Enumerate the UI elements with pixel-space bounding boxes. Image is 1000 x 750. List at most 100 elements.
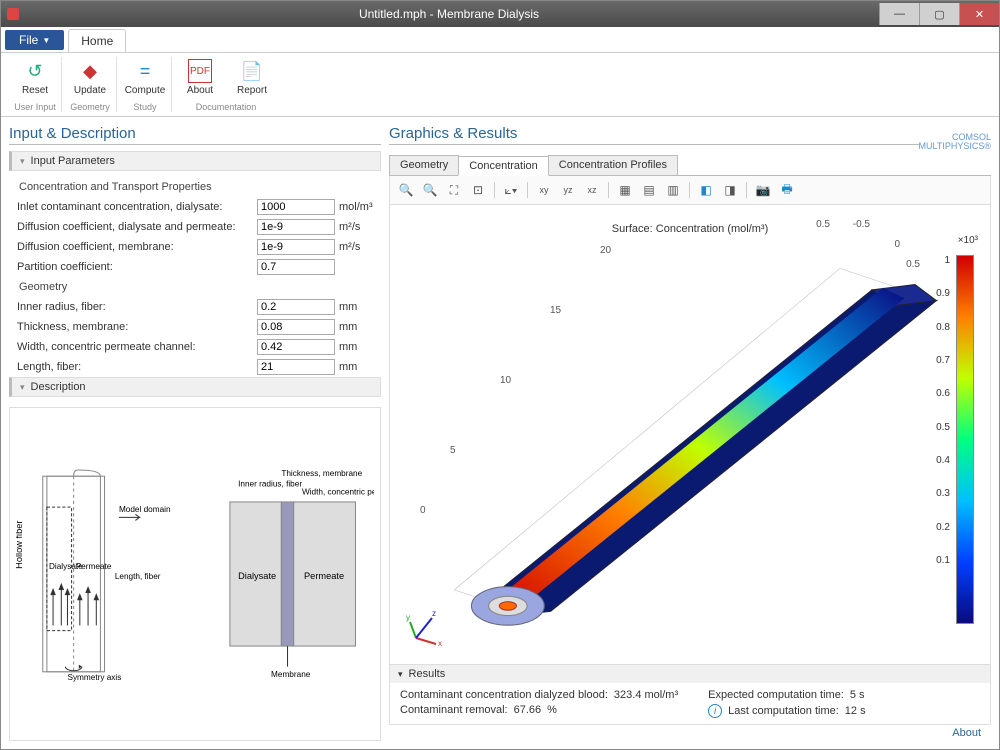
plot-canvas[interactable]: Surface: Concentration (mol/m³) ×10³ 0.5… xyxy=(389,205,991,665)
colorbar-tick: 0.2 xyxy=(936,522,950,533)
lbl-rem: Contaminant removal: xyxy=(400,704,508,716)
description-diagram: Hollow fiber Dialysate Permeate xyxy=(9,407,381,741)
zoom-extents-icon[interactable]: ⊡ xyxy=(468,180,488,200)
tab-geometry[interactable]: Geometry xyxy=(389,155,459,175)
input-panel: Input & Description Input Parameters Con… xyxy=(9,125,381,741)
colorbar-tick: 0.7 xyxy=(936,355,950,366)
inp-wp[interactable] xyxy=(257,339,335,355)
file-menu[interactable]: File▼ xyxy=(5,30,64,50)
zoom-in-icon[interactable]: 🔍 xyxy=(396,180,416,200)
inp-tm[interactable] xyxy=(257,319,335,335)
desc-header[interactable]: Description xyxy=(9,377,381,397)
colorbar-tick: 1 xyxy=(944,255,950,266)
main-content: Input & Description Input Parameters Con… xyxy=(1,117,999,749)
footer: About xyxy=(389,725,991,741)
plot-icon[interactable]: ◨ xyxy=(720,180,740,200)
inp-k[interactable] xyxy=(257,259,335,275)
about-link[interactable]: About xyxy=(952,727,981,739)
lbl-cout: Contaminant concentration dialyzed blood… xyxy=(400,689,608,701)
group-conc: Concentration and Transport Properties xyxy=(15,181,381,193)
results-panel: Results Contaminant concentration dialyz… xyxy=(389,665,991,725)
transparency-icon[interactable]: ▤ xyxy=(639,180,659,200)
reset-icon: ↺ xyxy=(23,59,47,83)
wireframe-icon[interactable]: ▥ xyxy=(663,180,683,200)
tab-concentration[interactable]: Concentration xyxy=(458,156,549,176)
title-bar: Untitled.mph - Membrane Dialysis — ▢ ✕ xyxy=(1,1,999,27)
fiber-diagram-right: Inner radius, fiber Thickness, membrane … xyxy=(199,414,374,734)
group-documentation: Documentation xyxy=(196,102,257,112)
svg-text:x: x xyxy=(438,639,442,648)
lbl-rin: Inner radius, fiber: xyxy=(17,301,253,313)
svg-text:Thickness, membrane: Thickness, membrane xyxy=(281,469,362,478)
axis-triad-icon: x y z xyxy=(406,608,446,648)
inp-cin[interactable] xyxy=(257,199,335,215)
colorbar-tick: 0.3 xyxy=(936,488,950,499)
lbl-wp: Width, concentric permeate channel: xyxy=(17,341,253,353)
svg-text:Model domain: Model domain xyxy=(119,505,171,514)
graphics-title: Graphics & Results xyxy=(389,125,919,145)
window-title: Untitled.mph - Membrane Dialysis xyxy=(19,7,879,21)
colorbar-tick: 0.8 xyxy=(936,322,950,333)
zoom-out-icon[interactable]: 🔍 xyxy=(420,180,440,200)
scene-light-icon[interactable]: ▦ xyxy=(615,180,635,200)
tab-home[interactable]: Home xyxy=(68,29,126,52)
inp-ddp[interactable] xyxy=(257,219,335,235)
select-icon[interactable]: ◧ xyxy=(696,180,716,200)
results-header[interactable]: Results xyxy=(390,665,990,683)
fiber-diagram-left: Hollow fiber Dialysate Permeate xyxy=(16,414,191,734)
about-button[interactable]: PDFAbout xyxy=(176,57,224,98)
svg-text:Dialysate: Dialysate xyxy=(238,571,276,581)
app-icon xyxy=(7,8,19,20)
lbl-lf: Length, fiber: xyxy=(17,361,253,373)
val-cout: 323.4 mol/m³ xyxy=(614,689,678,701)
svg-text:Length, fiber: Length, fiber xyxy=(115,572,161,581)
svg-text:Membrane: Membrane xyxy=(271,670,311,679)
svg-text:Permeate: Permeate xyxy=(304,571,344,581)
lbl-exp: Expected computation time: xyxy=(708,689,844,701)
svg-text:y: y xyxy=(406,613,410,622)
params-header[interactable]: Input Parameters xyxy=(9,151,381,171)
colorbar-tick: 0.5 xyxy=(936,422,950,433)
lbl-cin: Inlet contaminant concentration, dialysa… xyxy=(17,201,253,213)
svg-text:z: z xyxy=(432,609,436,618)
group-user-input: User Input xyxy=(14,102,56,112)
tab-profiles[interactable]: Concentration Profiles xyxy=(548,155,678,175)
inp-dm[interactable] xyxy=(257,239,335,255)
ribbon: ↺Reset User Input ◆Update Geometry =Comp… xyxy=(1,53,999,117)
compute-button[interactable]: =Compute xyxy=(121,57,169,98)
group-geometry: Geometry xyxy=(70,102,110,112)
maximize-button[interactable]: ▢ xyxy=(919,3,959,25)
colorbar xyxy=(956,255,974,624)
app-window: Untitled.mph - Membrane Dialysis — ▢ ✕ F… xyxy=(0,0,1000,750)
lbl-dm: Diffusion coefficient, membrane: xyxy=(17,241,253,253)
inp-lf[interactable] xyxy=(257,359,335,375)
print-icon[interactable]: 🖶 xyxy=(777,180,797,200)
val-exp: 5 s xyxy=(850,689,865,701)
svg-text:Inner radius, fiber: Inner radius, fiber xyxy=(238,480,302,489)
val-rem: 67.66 xyxy=(514,704,542,716)
group-study: Study xyxy=(133,102,156,112)
reset-button[interactable]: ↺Reset xyxy=(11,57,59,98)
zoom-box-icon[interactable]: ⛶ xyxy=(444,180,464,200)
view-yz-icon[interactable]: yz xyxy=(558,180,578,200)
menu-bar: File▼ Home xyxy=(1,27,999,53)
lbl-k: Partition coefficient: xyxy=(17,261,253,273)
compute-icon: = xyxy=(133,59,157,83)
inp-rin[interactable] xyxy=(257,299,335,315)
input-title: Input & Description xyxy=(9,125,381,145)
close-button[interactable]: ✕ xyxy=(959,3,999,25)
brand-logo: COMSOLMULTIPHYSICS® xyxy=(919,133,991,151)
lbl-tm: Thickness, membrane: xyxy=(17,321,253,333)
val-last: 12 s xyxy=(845,705,866,717)
view-xz-icon[interactable]: xz xyxy=(582,180,602,200)
svg-text:Width, concentric permeate cha: Width, concentric permeate channel xyxy=(302,488,374,497)
snapshot-icon[interactable]: 📷 xyxy=(753,180,773,200)
group-geom: Geometry xyxy=(15,281,381,293)
svg-text:Permeate: Permeate xyxy=(76,562,112,571)
view-default-icon[interactable]: ⟀▾ xyxy=(501,180,521,200)
pdf-icon: PDF xyxy=(188,59,212,83)
report-button[interactable]: 📄Report xyxy=(228,57,276,98)
minimize-button[interactable]: — xyxy=(879,3,919,25)
update-button[interactable]: ◆Update xyxy=(66,57,114,98)
view-xy-icon[interactable]: xy xyxy=(534,180,554,200)
